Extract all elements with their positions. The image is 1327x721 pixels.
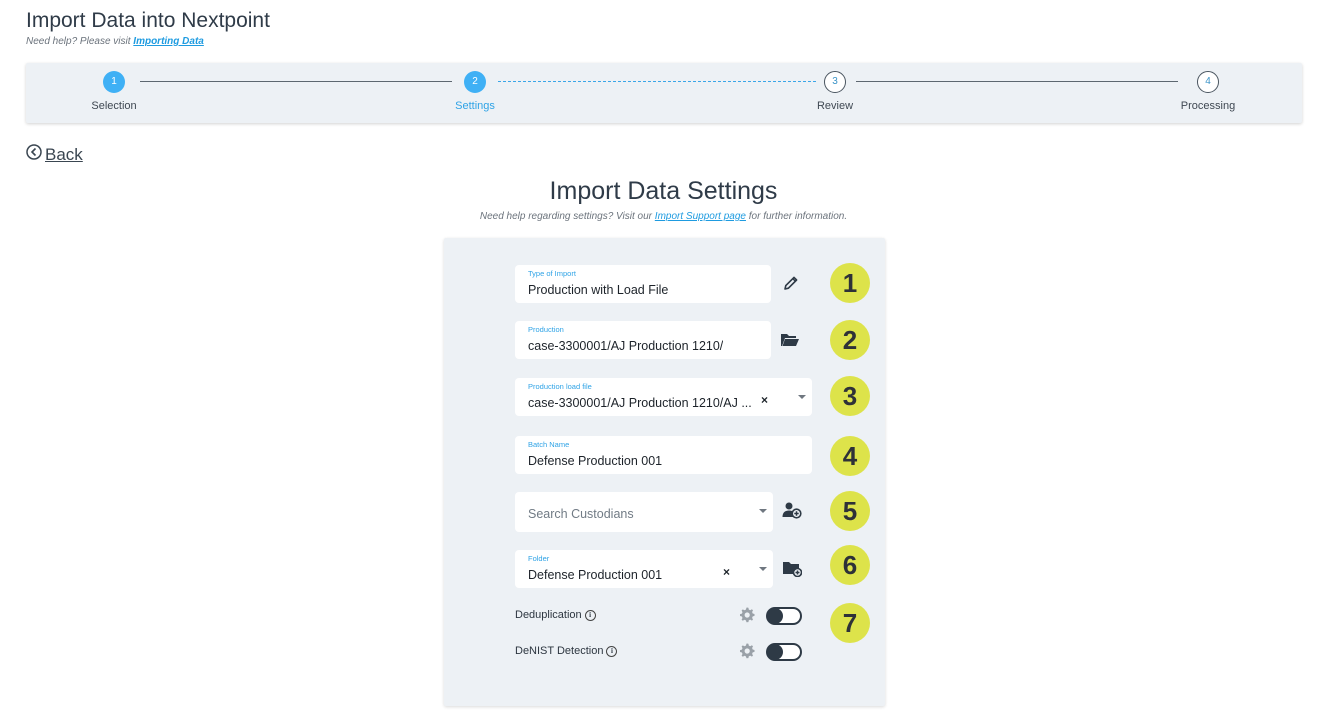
settings-panel: Type of Import Production with Load File… [444,238,885,706]
denist-text: DeNIST Detection [515,645,604,657]
help-line: Need help? Please visit Importing Data [26,36,204,47]
clear-load-file-icon[interactable]: × [761,393,768,407]
batch-name-value: Defense Production 001 [528,454,663,468]
folder-value: Defense Production 001 [528,568,663,582]
step-badge-5: 5 [830,491,870,531]
settings-help: Need help regarding settings? Visit our … [0,211,1327,222]
type-of-import-value: Production with Load File [528,283,669,297]
step-3-label: Review [816,100,854,112]
folder-label: Folder [528,554,550,563]
folder-open-icon[interactable] [780,330,800,350]
chevron-down-icon[interactable] [798,395,806,399]
step-badge-1: 1 [830,263,870,303]
step-badge-4: 4 [830,436,870,476]
import-support-link[interactable]: Import Support page [655,211,746,222]
page-title: Import Data into Nextpoint [26,9,270,32]
production-load-file-select[interactable]: Production load file case-3300001/AJ Pro… [515,378,812,416]
info-icon[interactable]: i [584,609,596,621]
progress-stepper: 1 Selection 2 Settings 3 Review 4 Proces… [26,63,1302,123]
info-icon[interactable]: i [606,645,618,657]
production-load-file-label: Production load file [528,382,592,391]
help-prefix: Need help? Please visit [26,36,131,47]
production-load-file-value: case-3300001/AJ Production 1210/AJ ... [528,396,752,410]
step-4-circle[interactable]: 4 [1197,71,1219,93]
step-connector-3 [856,81,1178,82]
settings-help-suffix: for further information. [748,211,848,222]
batch-name-field[interactable]: Batch Name Defense Production 001 [515,436,812,474]
add-folder-icon[interactable] [782,558,802,578]
step-1-circle[interactable]: 1 [103,71,125,93]
toggle-knob [767,608,783,624]
add-person-icon[interactable] [782,500,802,520]
chevron-down-icon[interactable] [759,509,767,513]
importing-data-link[interactable]: Importing Data [133,36,204,47]
clear-folder-icon[interactable]: × [723,565,730,579]
pencil-icon[interactable] [781,273,801,293]
deduplication-label: Deduplication i [515,609,596,621]
deduplication-text: Deduplication [515,609,582,621]
toggle-knob [767,644,783,660]
step-1-label: Selection [91,100,137,112]
step-2-label: Settings [455,100,495,112]
settings-help-prefix: Need help regarding settings? Visit our [479,211,653,222]
gear-icon[interactable] [738,606,756,629]
denist-label: DeNIST Detection i [515,645,618,657]
production-label: Production [528,325,564,334]
chevron-left-circle-icon [26,144,42,165]
step-connector-2 [498,81,816,82]
type-of-import-field[interactable]: Type of Import Production with Load File [515,265,771,303]
gear-icon[interactable] [738,642,756,665]
step-badge-6: 6 [830,545,870,585]
step-badge-7: 7 [830,603,870,643]
denist-toggle[interactable] [766,643,802,661]
step-4-label: Processing [1180,100,1236,112]
back-label: Back [45,144,83,164]
search-custodians-select[interactable]: Search Custodians [515,492,773,532]
step-3-circle[interactable]: 3 [824,71,846,93]
step-badge-3: 3 [830,376,870,416]
back-button[interactable]: Back [26,144,83,165]
settings-title: Import Data Settings [549,177,778,205]
production-field[interactable]: Production case-3300001/AJ Production 12… [515,321,771,359]
step-connector-1 [140,81,452,82]
search-custodians-placeholder: Search Custodians [528,507,634,521]
production-value: case-3300001/AJ Production 1210/ [528,339,724,353]
step-badge-2: 2 [830,320,870,360]
deduplication-toggle[interactable] [766,607,802,625]
folder-select[interactable]: Folder Defense Production 001 × [515,550,773,588]
batch-name-label: Batch Name [528,440,570,449]
step-2-circle[interactable]: 2 [464,71,486,93]
chevron-down-icon[interactable] [759,567,767,571]
type-of-import-label: Type of Import [528,269,576,278]
